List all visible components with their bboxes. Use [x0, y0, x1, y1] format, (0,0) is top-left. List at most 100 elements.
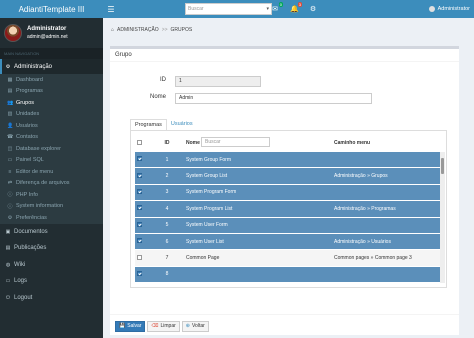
row-checkbox[interactable]: [137, 254, 142, 260]
tab-usuarios[interactable]: Usuários: [167, 119, 197, 130]
column-path[interactable]: Caminho menu: [334, 140, 445, 146]
row-name: System Group Form: [186, 156, 232, 163]
logout-icon: ⏻: [6, 294, 10, 301]
back-icon: ⊕: [185, 323, 190, 329]
database-icon: ◫: [7, 145, 13, 152]
sidebar-item-unidades[interactable]: ▥ Unidades: [0, 108, 103, 120]
row-name: System User List: [186, 238, 224, 245]
scrollbar-thumb[interactable]: [441, 158, 444, 174]
sidebar-item-system-information[interactable]: ⓘ System information: [0, 200, 103, 212]
name-filter-input[interactable]: Buscar: [201, 137, 270, 147]
sidebar-item-documentos[interactable]: ▣ Documentos: [0, 224, 103, 241]
monitor-icon: ▭: [5, 278, 11, 285]
breadcrumb-item-2: GRUPOS: [170, 27, 193, 33]
eraser-icon: ⌫: [151, 323, 159, 329]
row-path: Administração » Grupos: [334, 173, 388, 180]
sidebar-item-administra-o[interactable]: ⚙ Administração: [0, 59, 103, 74]
sidebar-item-php-info[interactable]: ⓘ PHP Info: [0, 189, 103, 201]
name-field[interactable]: Admin: [175, 93, 372, 104]
sidebar-item-diferen-a-de-arquivos[interactable]: ⇄ Diferença de arquivos: [0, 177, 103, 189]
sidebar-item-database-explorer[interactable]: ◫ Database explorer: [0, 143, 103, 155]
hamburger-icon[interactable]: ☰: [103, 5, 119, 14]
sidebar-item-programas[interactable]: ▤ Programas: [0, 85, 103, 97]
table-row[interactable]: 5 System User Form: [135, 217, 444, 234]
table-row[interactable]: 4 System Program List Administração » Prog…: [135, 201, 444, 218]
sidebar-item-label: Documentos: [14, 228, 48, 235]
clear-button[interactable]: ⌫ Limpar: [147, 321, 180, 332]
row-checkbox[interactable]: [137, 188, 142, 194]
programs-grid: ID Nome Caminho menu 1 System Group Form 2…: [135, 135, 445, 283]
sidebar-item-contatos[interactable]: ☎ Contatos: [0, 131, 103, 143]
tab-bar: Programas Usuários: [130, 119, 197, 130]
dashboard-icon: ▦: [7, 76, 13, 83]
back-button[interactable]: ⊕ Voltar: [181, 321, 209, 332]
row-checkbox[interactable]: [137, 270, 142, 276]
table-row[interactable]: 2 System Group List Administração » Grupos: [135, 168, 444, 185]
table-row[interactable]: 3 System Program Form: [135, 184, 444, 202]
row-checkbox[interactable]: [137, 221, 142, 227]
breadcrumb-item-1[interactable]: ADMINISTRAÇÃO: [117, 27, 159, 33]
row-id: 6: [165, 238, 169, 245]
sidebar-item-usu-rios[interactable]: 👤 Usuários: [0, 120, 103, 132]
sidebar-item-publica-es[interactable]: ▤ Publicações: [0, 240, 103, 257]
sidebar-item-wiki[interactable]: ◍ Wiki: [0, 257, 103, 274]
sidebar-item-grupos[interactable]: 👥 Grupos: [0, 97, 103, 109]
table-row[interactable]: 6 System User List Administração » Usuário…: [135, 233, 444, 251]
chevron-down-icon[interactable]: ▾: [266, 4, 269, 14]
sidebar-item-label: Dashboard: [16, 76, 43, 83]
sidebar-item-label: PHP Info: [16, 191, 38, 198]
nav-header: MAIN NAVIGATION: [0, 48, 103, 59]
row-checkbox[interactable]: [137, 172, 142, 178]
diff-icon: ⇄: [7, 180, 13, 187]
app-logo[interactable]: AdiantiTemplate III: [0, 0, 103, 18]
user-menu[interactable]: Administrator: [428, 0, 470, 18]
newspaper-icon: ▤: [5, 245, 11, 252]
id-label: ID: [160, 77, 166, 83]
table-row[interactable]: 8: [135, 266, 444, 283]
info-circle-icon: ⓘ: [7, 203, 13, 210]
messages-icon[interactable]: ✉ 0: [271, 2, 283, 13]
sidebar-item-prefer-ncias[interactable]: ⚙ Preferências: [0, 212, 103, 224]
sidebar-item-painel-sql[interactable]: ▭ Painel SQL: [0, 154, 103, 166]
file-icon: ▤: [7, 88, 13, 95]
save-button[interactable]: 💾 Salvar: [115, 321, 146, 332]
sidebar-item-label: Programas: [16, 88, 43, 95]
id-field: 1: [175, 76, 261, 87]
table-row[interactable]: 1 System Group Form: [135, 152, 444, 169]
sidebar-item-label: Preferências: [16, 214, 47, 221]
grid-scrollbar[interactable]: [440, 152, 445, 283]
global-search-input[interactable]: Buscar ▾: [185, 3, 272, 15]
row-id: 8: [165, 271, 169, 278]
row-checkbox[interactable]: [137, 238, 142, 244]
sidebar-item-logs[interactable]: ▭ Logs: [0, 273, 103, 290]
tab-programas[interactable]: Programas: [130, 119, 167, 130]
row-name: Common Page: [186, 255, 220, 262]
sidebar-item-logout[interactable]: ⏻ Logout: [0, 290, 103, 307]
breadcrumb-separator: >>: [161, 27, 168, 33]
home-icon[interactable]: ⌂: [111, 27, 114, 33]
sidebar-user-name: Administrator: [27, 26, 67, 32]
row-checkbox[interactable]: [137, 156, 142, 162]
breadcrumb: ⌂ ADMINISTRAÇÃO >> GRUPOS: [111, 27, 192, 33]
sidebar-item-dashboard[interactable]: ▦ Dashboard: [0, 74, 103, 86]
bell-icon[interactable]: 🔔 3: [290, 2, 302, 13]
sidebar-item-label: Usuários: [16, 122, 38, 129]
messages-badge: 0: [278, 2, 283, 7]
row-id: 5: [165, 222, 169, 229]
row-id: 7: [165, 255, 169, 262]
sidebar-item-label: System information: [16, 203, 64, 210]
row-checkbox[interactable]: [137, 205, 142, 211]
sidebar-item-editor-de-menu[interactable]: ≡ Editor de menu: [0, 166, 103, 178]
column-name-label[interactable]: Nome: [186, 140, 200, 146]
sidebar-item-label: Diferença de arquivos: [16, 180, 70, 187]
select-all-checkbox[interactable]: [137, 139, 142, 145]
back-button-label: Voltar: [192, 323, 205, 329]
gear-icon: ⚙: [5, 63, 11, 70]
form-title: Grupo: [110, 49, 459, 62]
gear-icon[interactable]: ⚙: [309, 5, 317, 13]
column-id[interactable]: ID: [148, 140, 186, 146]
sidebar-item-label: Unidades: [16, 111, 40, 118]
row-path: Administração » Programas: [334, 205, 396, 212]
terminal-icon: ▭: [7, 157, 13, 164]
table-row[interactable]: 7 Common Page Common pages » Common page 3: [135, 250, 444, 267]
